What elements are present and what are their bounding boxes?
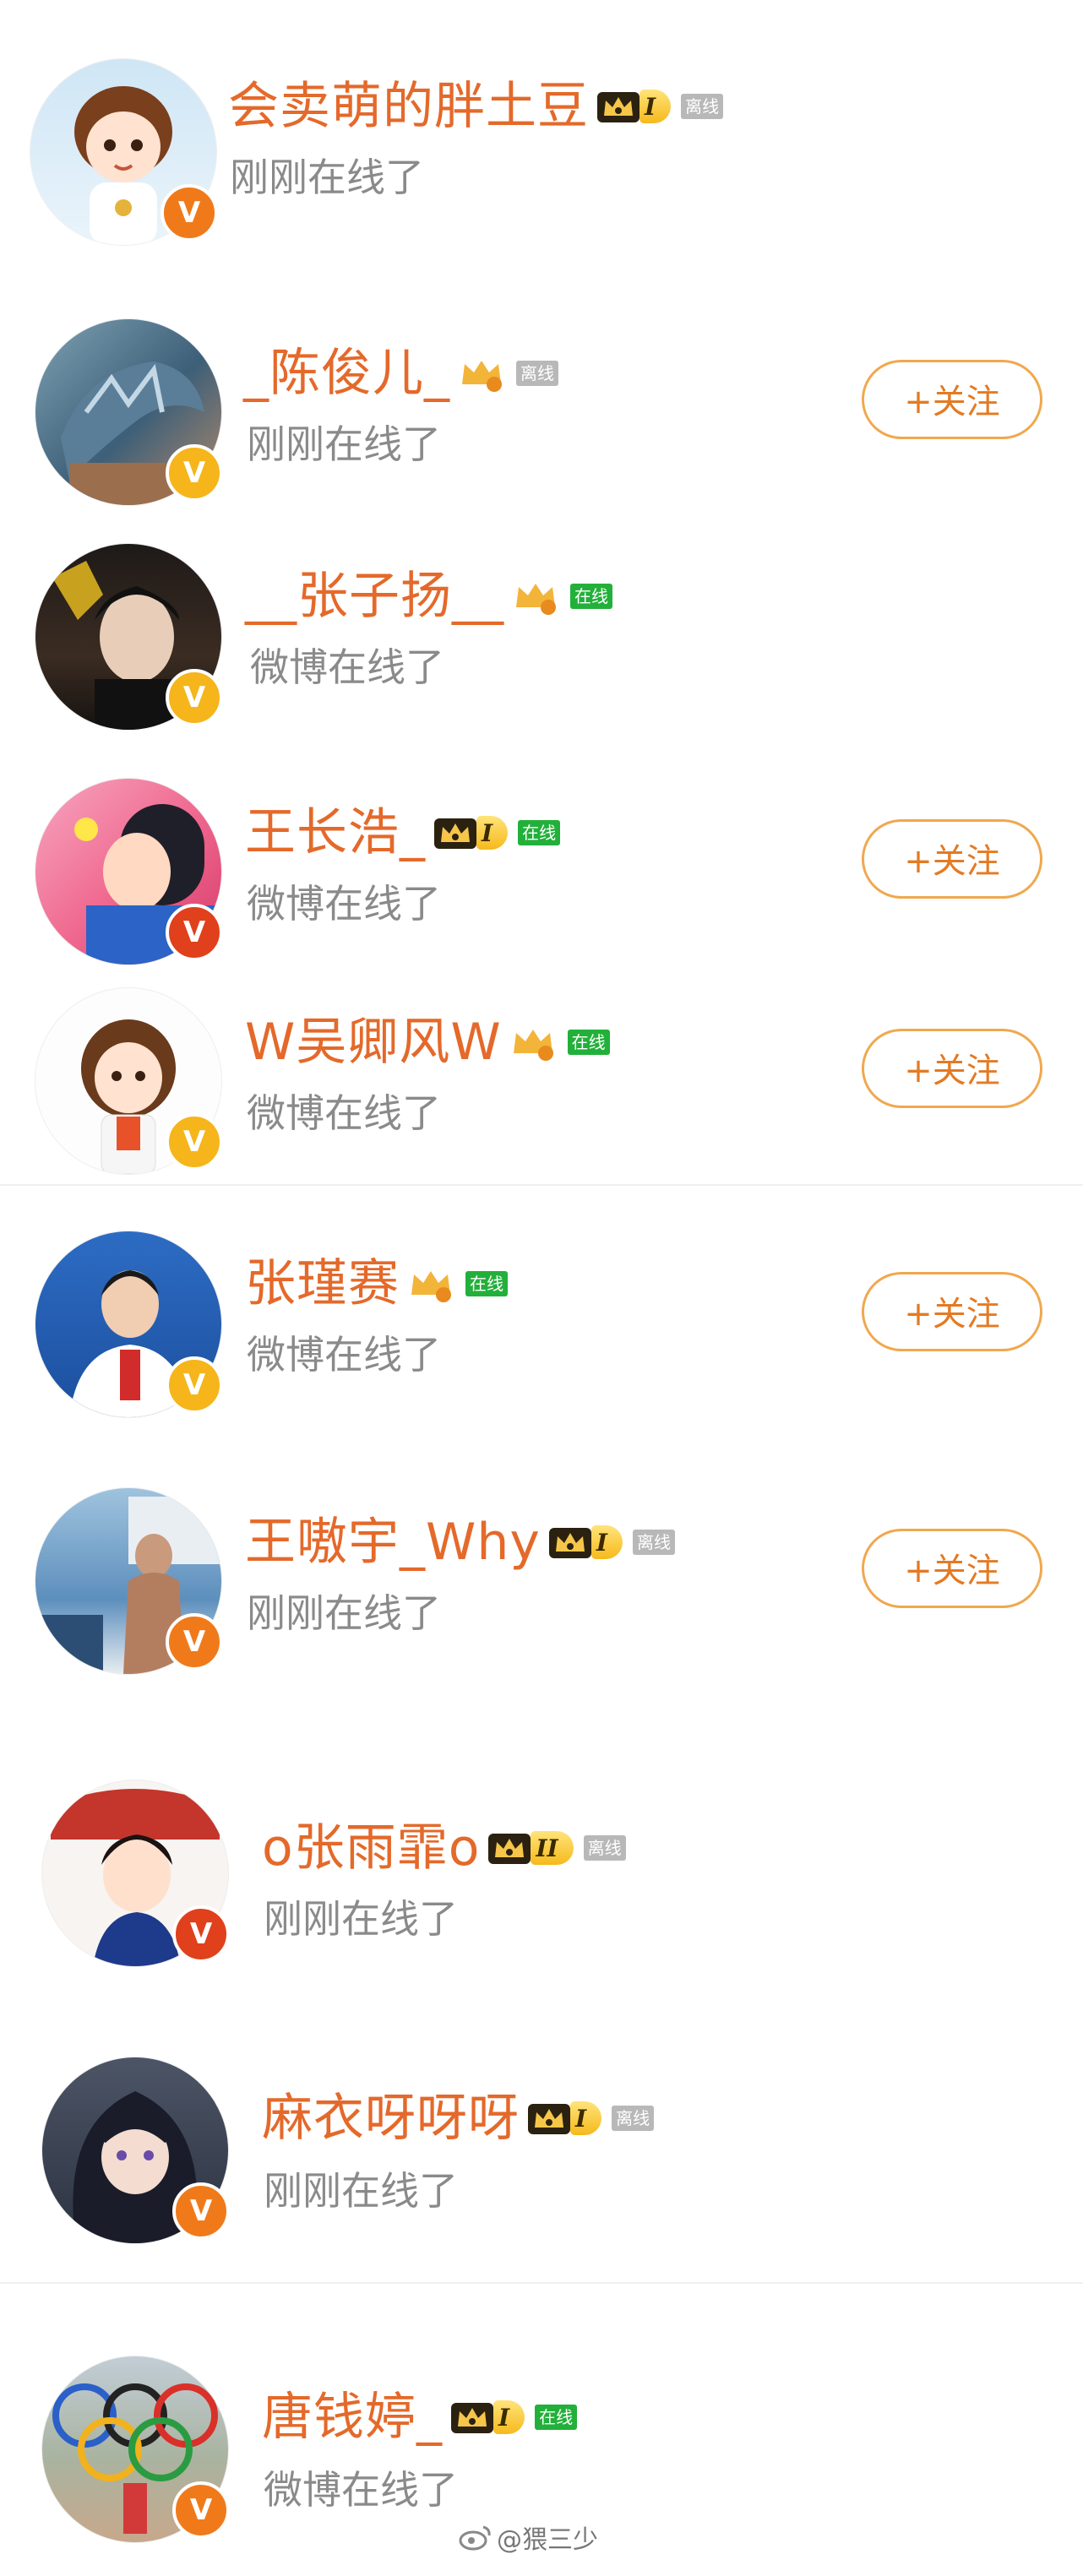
vip-crown-icon <box>509 1023 558 1062</box>
online-status: 刚刚在线了 <box>230 155 424 200</box>
offline-tag: 离线 <box>516 361 558 386</box>
vip-crown-icon: I <box>433 813 509 852</box>
online-status: 微博在线了 <box>264 2467 458 2513</box>
verified-badge-icon: V <box>166 444 223 502</box>
online-status: 微博在线了 <box>247 1090 441 1136</box>
follow-button[interactable]: +关注 <box>862 1272 1042 1351</box>
vip-level-badge: I <box>493 2400 525 2434</box>
username[interactable]: 会卖萌的胖土豆 <box>228 76 589 137</box>
username[interactable]: o张雨霏o <box>262 1818 480 1878</box>
verified-badge-icon: V <box>166 1113 223 1171</box>
offline-tag: 离线 <box>583 1835 626 1861</box>
avatar[interactable]: V <box>35 1488 223 1674</box>
online-tag: 在线 <box>570 584 612 609</box>
online-tag: 在线 <box>535 2405 578 2430</box>
section-divider <box>0 2282 1083 2284</box>
verified-badge-icon: V <box>166 669 223 726</box>
username[interactable]: W吴卿风W <box>245 1012 502 1073</box>
username[interactable]: _陈俊儿_ <box>243 343 450 404</box>
online-status: 微博在线了 <box>250 644 444 690</box>
avatar[interactable]: V <box>35 544 223 730</box>
username[interactable]: __张子扬__ <box>245 566 504 627</box>
avatar[interactable]: V <box>35 1231 223 1417</box>
offline-tag: 离线 <box>681 94 724 119</box>
username[interactable]: 唐钱婷_ <box>262 2387 443 2448</box>
vip-crown-icon: I <box>526 2099 602 2138</box>
vip-level-badge: I <box>570 2101 602 2135</box>
avatar[interactable]: V <box>35 988 223 1174</box>
username[interactable]: 麻衣呀呀呀 <box>262 2088 520 2149</box>
vip-level-badge: I <box>476 816 509 850</box>
avatar[interactable]: V <box>30 59 218 245</box>
verified-badge-icon: V <box>172 1905 230 1963</box>
username[interactable]: 张瑾赛 <box>245 1253 400 1314</box>
vip-crown-icon: I <box>547 1523 623 1562</box>
vip-level-badge: II <box>531 1831 574 1865</box>
avatar[interactable]: V <box>42 2356 230 2542</box>
verified-badge-icon: V <box>166 1356 223 1414</box>
vip-crown-icon: I <box>449 2398 525 2437</box>
vip-crown-icon: II <box>487 1829 574 1867</box>
vip-crown-icon <box>511 577 560 616</box>
online-status: 刚刚在线了 <box>264 2168 458 2214</box>
vip-level-badge: I <box>639 90 672 123</box>
online-status: 刚刚在线了 <box>247 421 441 467</box>
verified-badge-icon: V <box>172 2481 230 2539</box>
follow-button[interactable]: +关注 <box>862 1029 1042 1108</box>
online-tag: 在线 <box>567 1030 610 1055</box>
online-status: 微博在线了 <box>247 881 441 927</box>
avatar[interactable]: V <box>35 779 223 965</box>
username[interactable]: 王长浩_ <box>245 802 426 863</box>
verified-badge-icon: V <box>161 184 218 242</box>
verified-badge-icon: V <box>166 904 223 961</box>
verified-badge-icon: V <box>172 2182 230 2240</box>
offline-tag: 离线 <box>632 1530 675 1555</box>
online-status: 刚刚在线了 <box>247 1590 441 1636</box>
online-status: 微博在线了 <box>247 1332 441 1378</box>
vip-crown-icon: I <box>596 87 672 126</box>
watermark-text: @猥三少 <box>497 2525 598 2555</box>
follow-button[interactable]: +关注 <box>862 1529 1042 1608</box>
offline-tag: 离线 <box>612 2106 655 2131</box>
online-tag: 在线 <box>518 820 561 845</box>
follow-button[interactable]: +关注 <box>862 360 1042 439</box>
vip-crown-icon <box>457 354 506 393</box>
vip-crown-icon <box>406 1264 455 1303</box>
follow-button[interactable]: +关注 <box>862 819 1042 899</box>
watermark: @猥三少 <box>458 2519 598 2556</box>
online-status: 刚刚在线了 <box>264 1896 458 1942</box>
section-divider <box>0 1184 1083 1186</box>
weibo-logo-icon <box>459 2525 491 2551</box>
vip-level-badge: I <box>590 1525 623 1559</box>
online-tag: 在线 <box>465 1271 508 1296</box>
avatar[interactable]: V <box>42 2057 230 2243</box>
avatar[interactable]: V <box>42 1780 230 1966</box>
verified-badge-icon: V <box>166 1613 223 1671</box>
username[interactable]: 王嗷宇_Why <box>245 1512 541 1573</box>
avatar[interactable]: V <box>35 319 223 505</box>
